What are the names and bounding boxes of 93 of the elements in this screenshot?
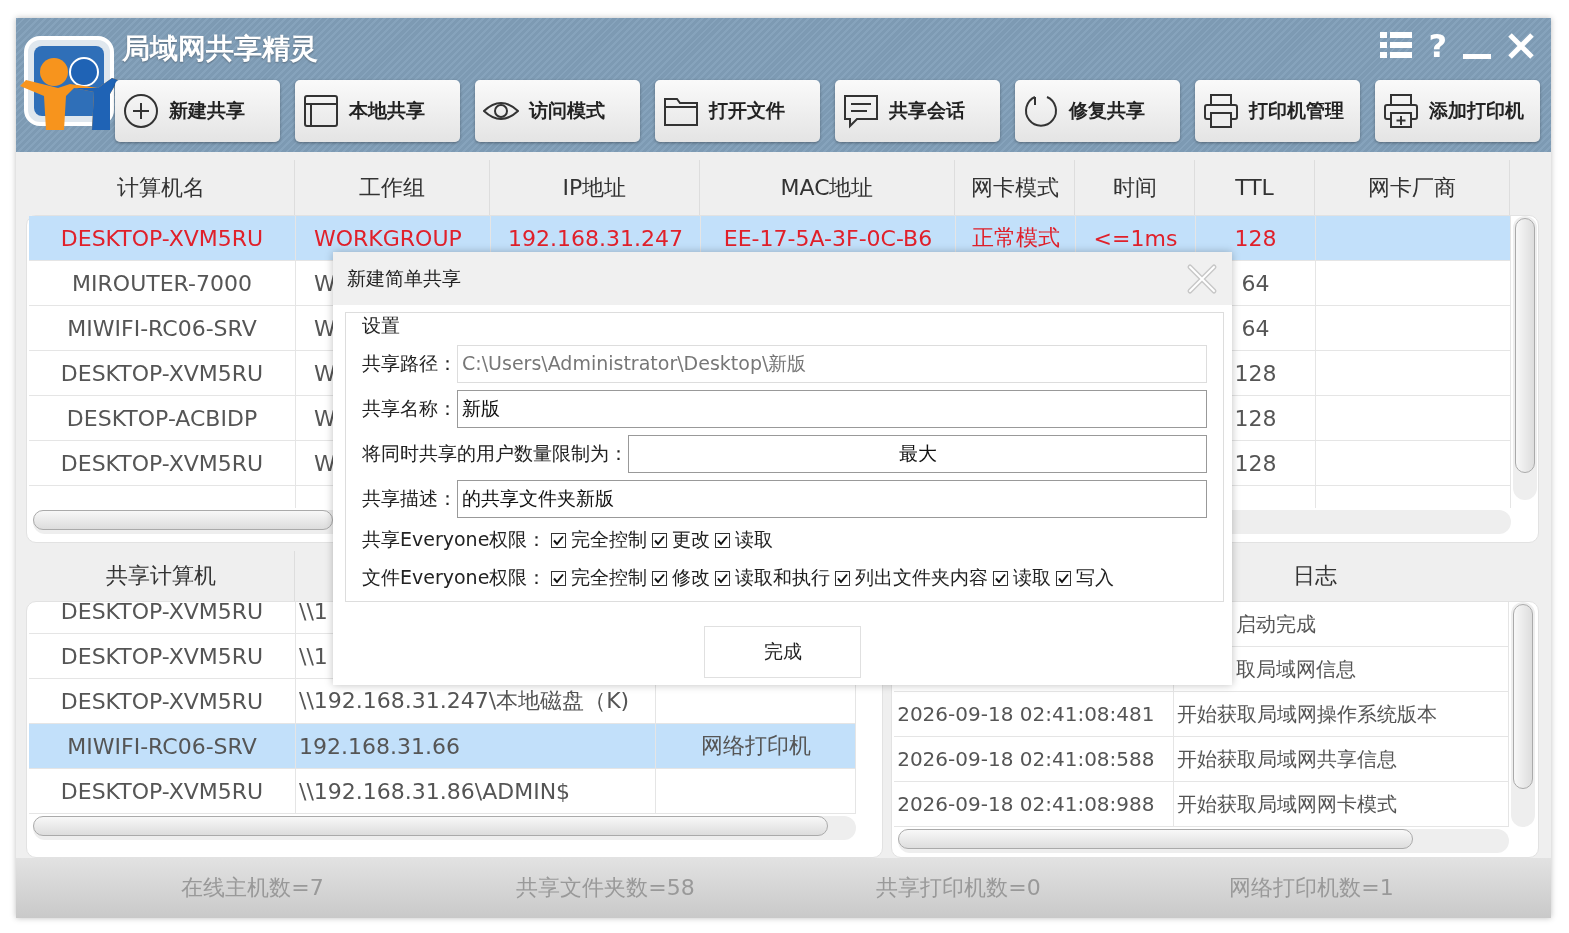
horizontal-scrollbar[interactable] <box>898 829 1510 853</box>
checkbox-label: 修改 <box>672 565 711 590</box>
checkbox[interactable] <box>652 570 668 586</box>
checkbox[interactable] <box>715 570 731 586</box>
input-field[interactable]: 的共享文件夹新版 <box>457 479 1207 518</box>
log-message: 启动完成 <box>1236 610 1317 638</box>
printer-add-icon <box>1383 93 1419 129</box>
status-text: 共享文件夹数=58 <box>515 874 696 902</box>
log-time: 2026-09-18 02:41:08:588 <box>897 747 1155 771</box>
toolbar-button[interactable]: 修复共享 <box>1015 80 1180 142</box>
dialog-title: 新建简单共享 <box>347 265 461 291</box>
table-row[interactable]: DESKTOP-XVM5RU \\192.168.31.86\ADMIN$ <box>29 769 856 814</box>
table-cell: DESKTOP-XVM5RU <box>60 360 264 386</box>
checkbox-label: 列出文件夹内容 <box>855 565 989 590</box>
checkbox-label: 读取 <box>735 527 774 552</box>
toolbar-button[interactable]: 访问模式 <box>475 80 640 142</box>
table-cell-text: 正常模式 <box>971 224 1060 252</box>
vertical-scrollbar[interactable] <box>1511 602 1536 827</box>
table-cell: MIROUTER-7000 <box>72 270 252 296</box>
table-cell: 128 <box>1234 360 1277 386</box>
refresh-icon <box>1023 93 1059 129</box>
log-message: 开始获取局域网网卡模式 <box>1177 790 1398 818</box>
field-label: 共享Everyone权限： <box>362 527 547 552</box>
checkbox-label: 写入 <box>1076 565 1115 590</box>
table-cell-text: \\192.168.31.247\本地磁盘（K) <box>299 687 630 715</box>
group-label: 设置 <box>362 313 400 338</box>
table-cell: EE-17-5A-3F-0C-B6 <box>723 225 933 251</box>
table-cell: \\1 <box>299 643 328 669</box>
plus-circle-icon <box>123 93 159 129</box>
table-cell: 64 <box>1241 270 1270 296</box>
status-text: 网络打印机数=1 <box>1228 874 1395 902</box>
checkbox[interactable] <box>835 570 851 586</box>
table-cell: 192.168.31.66 <box>299 733 460 759</box>
horizontal-scrollbar[interactable] <box>33 816 856 840</box>
table-cell: DESKTOP-ACBIDP <box>66 405 258 431</box>
table-cell: DESKTOP-XVM5RU <box>60 602 264 624</box>
field-label: 将同时共享的用户数量限制为： <box>362 440 628 466</box>
toolbar-button[interactable]: 打印机管理 <box>1195 80 1360 142</box>
checkbox[interactable] <box>1056 570 1072 586</box>
table-cell: DESKTOP-XVM5RU <box>60 688 264 714</box>
table-cell: <=1ms <box>1093 225 1178 251</box>
checkbox-label: 读取 <box>1013 565 1052 590</box>
table-cell: MIWIFI-RC06-SRV <box>67 315 257 341</box>
printer-icon <box>1203 93 1239 129</box>
window-title: 局域网共享精灵 <box>122 31 318 67</box>
checkbox-label: 完全控制 <box>571 565 648 590</box>
table-cell: \\192.168.31.86\ADMIN$ <box>299 778 571 804</box>
table-cell: DESKTOP-XVM5RU <box>60 450 264 476</box>
toolbar-button[interactable]: 打开文件 <box>655 80 820 142</box>
log-message: 取局域网信息 <box>1236 655 1357 683</box>
done-button[interactable]: 完成 <box>704 626 861 678</box>
field-label: 共享名称： <box>362 395 457 421</box>
table-cell: 192.168.31.247 <box>508 225 683 251</box>
table-cell-text: 网络打印机 <box>700 732 811 760</box>
toolbar-button[interactable]: 本地共享 <box>295 80 460 142</box>
table-cell: MIWIFI-RC06-SRV <box>67 733 257 759</box>
log-time: 2026-09-18 02:41:08:988 <box>897 792 1155 816</box>
field-label: 共享描述： <box>362 485 457 511</box>
status-text: 共享打印机数=0 <box>875 874 1042 902</box>
vertical-scrollbar[interactable] <box>1513 216 1537 500</box>
checkbox[interactable] <box>993 570 1009 586</box>
table-cell: 128 <box>1234 225 1277 251</box>
input-field[interactable]: 新版 <box>457 389 1207 428</box>
checkbox-label: 完全控制 <box>571 527 648 552</box>
log-message: 开始获取局域网操作系统版本 <box>1177 700 1438 728</box>
checkbox[interactable] <box>551 532 567 548</box>
table-cell: 64 <box>1241 315 1270 341</box>
table-cell: WORKGROUP <box>314 225 462 251</box>
checkbox[interactable] <box>652 532 668 548</box>
table-cell: 128 <box>1234 450 1277 476</box>
message-icon <box>843 93 879 129</box>
toolbar-button[interactable]: 共享会话 <box>835 80 1000 142</box>
log-time: 2026-09-18 02:41:08:481 <box>897 702 1155 726</box>
table-cell: \\1 <box>299 602 328 624</box>
table-cell: DESKTOP-XVM5RU <box>60 778 264 804</box>
table-cell: 128 <box>1234 405 1277 431</box>
field-label: 共享路径： <box>362 350 457 376</box>
list-icon[interactable] <box>1380 31 1413 61</box>
close-icon[interactable] <box>1507 32 1535 60</box>
field-label: 文件Everyone权限： <box>362 565 547 590</box>
table-cell: DESKTOP-XVM5RU <box>60 643 264 669</box>
table-row[interactable]: MIWIFI-RC06-SRV 192.168.31.66 网络打印机 <box>29 724 856 769</box>
table-cell: DESKTOP-XVM5RU <box>60 225 264 251</box>
toolbar-button[interactable]: 新建共享 <box>115 80 280 142</box>
status-text: 在线主机数=7 <box>180 874 325 902</box>
checkbox-label: 读取和执行 <box>735 565 831 590</box>
checkbox[interactable] <box>551 570 567 586</box>
checkbox-label: 更改 <box>672 527 711 552</box>
input-field[interactable]: 最大 <box>628 434 1207 473</box>
log-message: 开始获取局域网共享信息 <box>1177 745 1398 773</box>
checkbox[interactable] <box>715 532 731 548</box>
window-icon <box>303 93 339 129</box>
toolbar-button[interactable]: 添加打印机 <box>1375 80 1540 142</box>
